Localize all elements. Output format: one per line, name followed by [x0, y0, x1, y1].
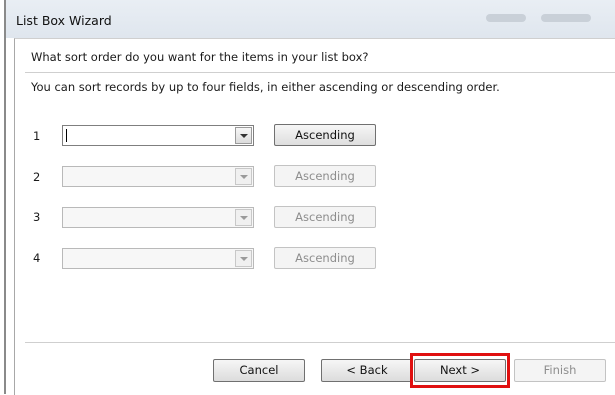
list-box-wizard-window: List Box Wizard What sort order do you w…: [4, 0, 615, 395]
cancel-button[interactable]: Cancel: [213, 359, 305, 382]
sort-row-2-number: 2: [33, 170, 41, 184]
chevron-down-icon[interactable]: [235, 168, 252, 185]
back-button[interactable]: < Back: [321, 359, 413, 382]
blurred-title-control: [486, 14, 526, 22]
text-cursor: [66, 129, 67, 142]
chevron-down-icon[interactable]: [235, 250, 252, 267]
sort-row-3-number: 3: [33, 210, 41, 224]
window-title: List Box Wizard: [16, 13, 112, 28]
next-button[interactable]: Next >: [414, 359, 506, 382]
sort-field-4-combo[interactable]: [62, 248, 254, 269]
footer-divider: [25, 342, 615, 343]
wizard-content: What sort order do you want for the item…: [14, 38, 615, 395]
sort-order-4-button[interactable]: Ascending: [274, 247, 376, 269]
sort-instruction: You can sort records by up to four field…: [31, 80, 500, 94]
sort-field-2-combo[interactable]: [62, 166, 254, 187]
blurred-title-control: [541, 14, 591, 22]
divider: [25, 72, 615, 73]
chevron-down-icon[interactable]: [235, 127, 252, 144]
sort-order-2-button[interactable]: Ascending: [274, 165, 376, 187]
finish-button[interactable]: Finish: [514, 359, 606, 382]
sort-order-3-button[interactable]: Ascending: [274, 206, 376, 228]
sort-order-question: What sort order do you want for the item…: [31, 50, 369, 64]
sort-order-1-button[interactable]: Ascending: [274, 124, 376, 146]
chevron-down-icon[interactable]: [235, 209, 252, 226]
sort-row-1-number: 1: [33, 129, 41, 143]
sort-row-4-number: 4: [33, 251, 41, 265]
sort-field-3-combo[interactable]: [62, 207, 254, 228]
title-bar[interactable]: List Box Wizard: [6, 0, 615, 38]
sort-field-1-combo[interactable]: [62, 125, 254, 146]
